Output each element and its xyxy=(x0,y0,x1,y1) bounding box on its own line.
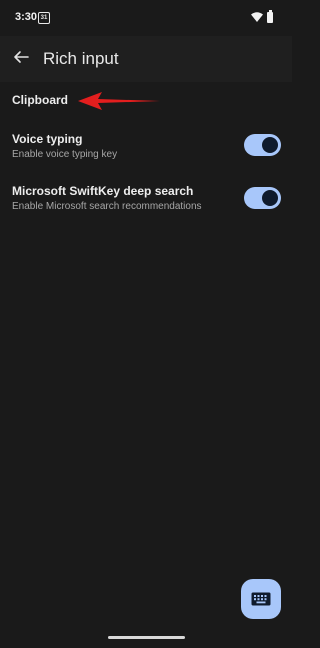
arrow-back-icon xyxy=(14,51,29,63)
keyboard-fab-button[interactable] xyxy=(241,579,281,619)
voice-typing-toggle[interactable] xyxy=(244,134,281,156)
deep-search-toggle[interactable] xyxy=(244,187,281,209)
page-title: Rich input xyxy=(43,49,119,68)
keyboard-icon xyxy=(251,592,271,606)
toggle-thumb xyxy=(262,137,278,153)
clipboard-setting[interactable]: Clipboard xyxy=(12,93,68,107)
voice-typing-row[interactable]: Voice typing Enable voice typing key xyxy=(0,132,292,176)
deep-search-summary: Enable Microsoft search recommendations xyxy=(12,201,202,212)
wifi-icon xyxy=(251,12,263,22)
app-bar: Rich input xyxy=(0,36,292,82)
deep-search-title: Microsoft SwiftKey deep search xyxy=(12,184,194,198)
annotation-arrow xyxy=(78,92,160,110)
status-time: 3:30 xyxy=(15,11,38,23)
status-bar: 3:30 31 xyxy=(0,0,292,36)
gesture-navigation-bar[interactable] xyxy=(108,636,185,639)
voice-typing-title: Voice typing xyxy=(12,132,83,146)
battery-icon xyxy=(267,10,273,23)
deep-search-row[interactable]: Microsoft SwiftKey deep search Enable Mi… xyxy=(0,184,292,228)
back-button[interactable] xyxy=(8,44,34,70)
toggle-thumb xyxy=(262,190,278,206)
voice-typing-summary: Enable voice typing key xyxy=(12,149,118,160)
calendar-icon: 31 xyxy=(38,12,50,24)
